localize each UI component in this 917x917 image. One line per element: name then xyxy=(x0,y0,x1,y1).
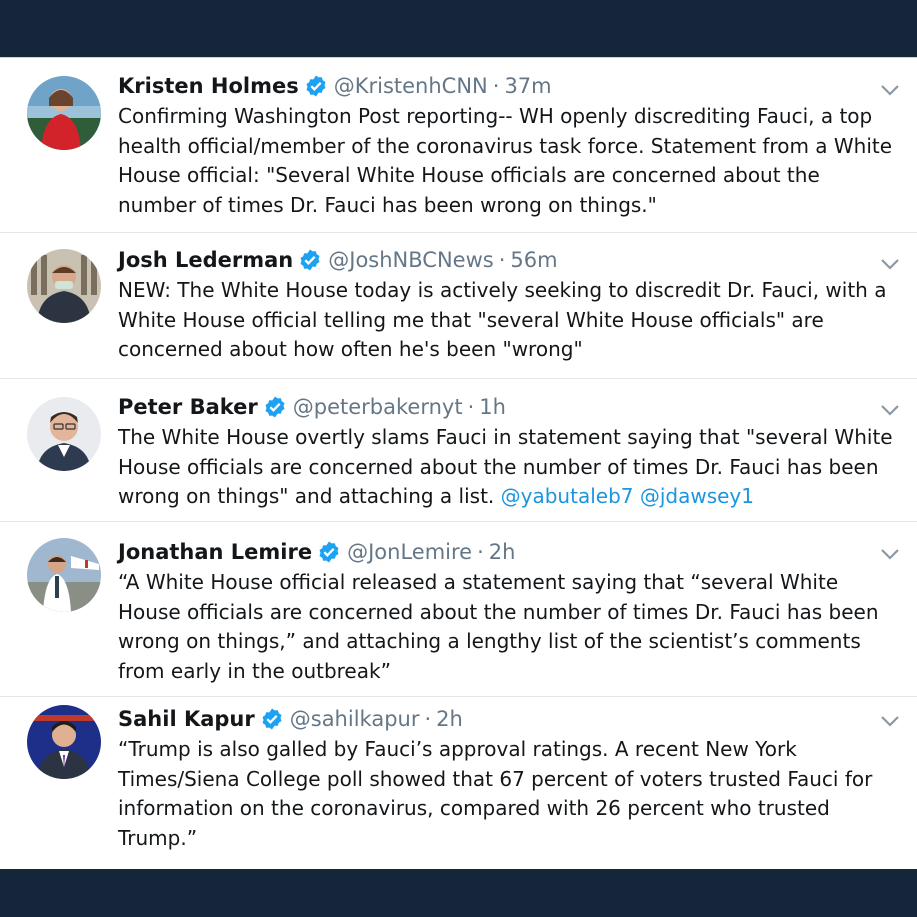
tweet-text-line: wrong on things,” and attaching a length… xyxy=(118,629,861,653)
tweet[interactable]: Peter Baker @peterbakernyt · 1h The Whit… xyxy=(0,379,917,522)
tweet-text-line: health official/member of the coronaviru… xyxy=(118,133,893,158)
tweet-text: “Trump is also galled by Fauci’s approva… xyxy=(118,735,899,853)
author-name[interactable]: Josh Lederman xyxy=(118,246,293,274)
tweet-header: Jonathan Lemire @JonLemire · 2h xyxy=(118,538,899,566)
author-name[interactable]: Sahil Kapur xyxy=(118,705,255,733)
avatar[interactable] xyxy=(27,705,101,779)
tweet-header: Sahil Kapur @sahilkapur · 2h xyxy=(118,705,899,733)
tweet-text-line: number of times Dr. Fauci has been wrong… xyxy=(118,192,657,217)
avatar[interactable] xyxy=(27,538,101,612)
avatar[interactable] xyxy=(27,249,101,323)
tweet-time[interactable]: 2h xyxy=(436,705,463,733)
tweet-text-segment: wrong on things" and attaching a list. xyxy=(118,484,501,508)
verified-badge-icon xyxy=(263,395,287,419)
mention-link[interactable]: @jdawsey1 xyxy=(640,484,754,508)
tweet-text-line: wrong on things" and attaching a list. @… xyxy=(118,482,899,512)
tweet-text-line: Trump.” xyxy=(118,825,198,850)
tweet[interactable]: Kristen Holmes @KristenhCNN · 37m Confir… xyxy=(0,58,917,233)
tweet-text-line: from early in the outbreak” xyxy=(118,658,391,683)
author-handle[interactable]: @JonLemire xyxy=(347,538,472,566)
tweet-header: Kristen Holmes @KristenhCNN · 37m xyxy=(118,72,899,100)
tweet-text-line: White House official telling me that "se… xyxy=(118,307,824,332)
tweet-text-line: The White House overtly slams Fauci in s… xyxy=(118,425,893,449)
tweet-header: Peter Baker @peterbakernyt · 1h xyxy=(118,393,899,421)
author-name[interactable]: Peter Baker xyxy=(118,393,258,421)
tweet-time[interactable]: 37m xyxy=(504,72,551,100)
tweet-text-line: House official: "Several White House off… xyxy=(118,163,820,187)
tweet-time[interactable]: 2h xyxy=(489,538,516,566)
tweet-text-line: House officials are concerned about the … xyxy=(118,599,879,624)
tweet-text-line: Times/Siena College poll showed that 67 … xyxy=(118,766,873,791)
verified-badge-icon xyxy=(260,707,284,731)
tweet-header: Josh Lederman @JoshNBCNews · 56m xyxy=(118,246,899,274)
tweet-text-line: House officials are concerned about the … xyxy=(118,454,879,479)
tweet[interactable]: Sahil Kapur @sahilkapur · 2h “Trump is a… xyxy=(0,697,917,869)
author-handle[interactable]: @peterbakernyt xyxy=(293,393,463,421)
author-handle[interactable]: @JoshNBCNews xyxy=(328,246,493,274)
verified-badge-icon xyxy=(304,74,328,98)
timeline: Kristen Holmes @KristenhCNN · 37m Confir… xyxy=(0,57,917,869)
mention-link[interactable]: @yabutaleb7 xyxy=(501,484,634,508)
separator-dot: · xyxy=(498,248,506,272)
separator-dot: · xyxy=(467,395,475,419)
author-handle[interactable]: @KristenhCNN xyxy=(334,72,488,100)
verified-badge-icon xyxy=(317,540,341,564)
avatar[interactable] xyxy=(27,397,101,471)
tweet[interactable]: Josh Lederman @JoshNBCNews · 56m NEW: Th… xyxy=(0,233,917,379)
tweet-text-line: concerned about how often he's been "wro… xyxy=(118,337,583,361)
tweet-text: Confirming Washington Post reporting-- W… xyxy=(118,102,899,220)
tweet-text-line: “Trump is also galled by Fauci’s approva… xyxy=(118,737,797,761)
author-handle[interactable]: @sahilkapur xyxy=(290,705,420,733)
separator-dot: · xyxy=(477,540,484,564)
tweet-text-line: Confirming Washington Post reporting-- W… xyxy=(118,104,873,128)
author-name[interactable]: Jonathan Lemire xyxy=(118,538,312,566)
separator-dot: · xyxy=(424,707,432,731)
tweet-text: NEW: The White House today is actively s… xyxy=(118,276,899,365)
tweet-text: The White House overtly slams Fauci in s… xyxy=(118,423,899,512)
avatar[interactable] xyxy=(27,76,101,150)
tweet-time[interactable]: 1h xyxy=(479,393,506,421)
separator-dot: · xyxy=(492,74,500,98)
tweet-text: “A White House official released a state… xyxy=(118,568,899,686)
verified-badge-icon xyxy=(298,248,322,272)
tweet-text-line: information on the coronavirus, compared… xyxy=(118,796,830,820)
tweet[interactable]: Jonathan Lemire @JonLemire · 2h “A White… xyxy=(0,522,917,697)
tweet-text-line: NEW: The White House today is actively s… xyxy=(118,278,887,302)
author-name[interactable]: Kristen Holmes xyxy=(118,72,299,100)
tweet-time[interactable]: 56m xyxy=(510,246,557,274)
tweet-text-line: “A White House official released a state… xyxy=(118,570,839,594)
